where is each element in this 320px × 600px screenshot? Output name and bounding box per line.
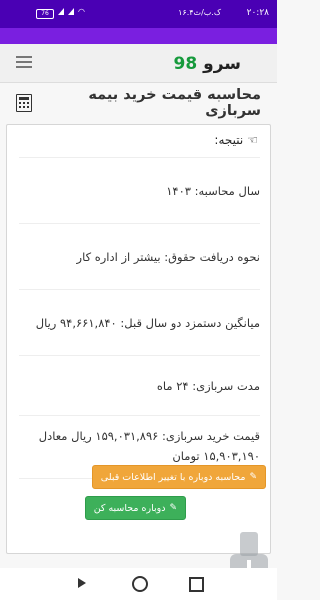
nav-recents-icon[interactable] [189, 577, 204, 592]
signal-icon [58, 8, 64, 15]
network-speed: ۱۶.۴ک.ب/ث [178, 8, 221, 17]
clock: ۲۰:۲۸ [246, 8, 269, 18]
hamburger-menu-icon[interactable] [16, 56, 32, 69]
status-strip [0, 28, 277, 44]
wifi-icon: ◠ [78, 7, 85, 16]
brand-text: سرو [203, 54, 241, 74]
pencil-icon: ✎ [249, 472, 257, 482]
nav-back-icon[interactable] [78, 578, 86, 588]
page-title: محاسبه قیمت خرید بیمه سربازی [16, 87, 261, 119]
result-header-text: نتیجه: [214, 133, 244, 147]
app-logo: سرو 98 [174, 54, 241, 74]
calc-year: سال محاسبه: ۱۴۰۳ [19, 157, 260, 224]
nav-home-icon[interactable] [132, 576, 148, 592]
service-duration: مدت سربازی: ۲۴ ماه [19, 355, 260, 416]
brand-number: 98 [173, 54, 198, 74]
result-header: ☜ نتیجه: [214, 133, 258, 147]
signal-icon-2 [68, 8, 74, 15]
calculator-icon [16, 94, 32, 112]
recalc-with-changes-button[interactable]: ✎ محاسبه دوباره با تغییر اطلاعات قبلی [91, 465, 266, 489]
app-header: سرو 98 [0, 44, 277, 83]
system-nav-bar [0, 568, 277, 600]
battery-icon: 76 [36, 9, 54, 19]
page-title-text: محاسبه قیمت خرید بیمه سربازی [88, 87, 261, 119]
pencil-icon: ✎ [169, 503, 177, 513]
salary-method: نحوه دریافت حقوق: بیشتر از اداره کار [19, 223, 260, 290]
hand-pointing-icon: ☜ [247, 133, 258, 147]
result-card: ☜ نتیجه: سال محاسبه: ۱۴۰۳ نحوه دریافت حق… [6, 124, 271, 554]
recalc-button[interactable]: ✎ دوباره محاسبه کن [84, 496, 186, 520]
average-salary: میانگین دستمزد دو سال قبل: ۹۴,۶۶۱,۸۴۰ ری… [19, 289, 260, 356]
status-bar: 76 ◠ ۱۶.۴ک.ب/ث ۲۰:۲۸ [0, 0, 277, 28]
